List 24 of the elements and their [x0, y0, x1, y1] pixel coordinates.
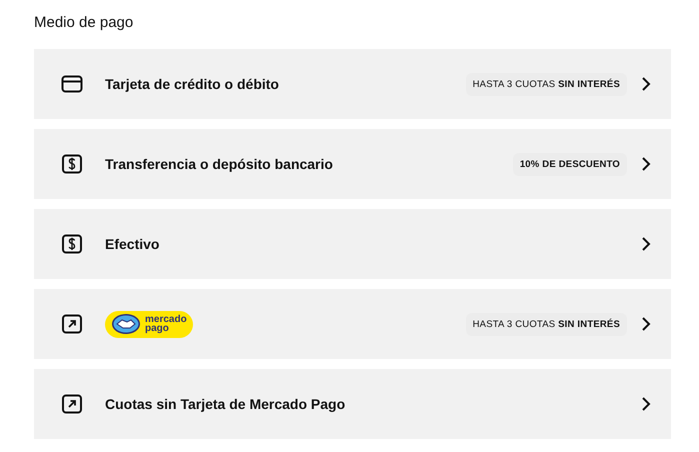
dollar-icon: [61, 234, 83, 254]
section-title: Medio de pago: [34, 13, 134, 33]
arrow-box-icon: [61, 314, 83, 334]
chevron-right-icon: [641, 316, 651, 332]
chevron-right-icon: [641, 156, 651, 172]
payment-option[interactable]: mercado pago HASTA 3 CUOTAS SIN INTERÉS: [34, 289, 671, 359]
chevron-right-icon: [641, 236, 651, 252]
payment-option[interactable]: Transferencia o depósito bancario 10% DE DESCUENTO: [34, 129, 671, 199]
payment-option[interactable]: Cuotas sin Tarjeta de Mercado Pago: [34, 369, 671, 439]
option-label: Efectivo: [105, 236, 160, 252]
chevron-right-icon: [641, 76, 651, 92]
payment-option[interactable]: Efectivo: [34, 209, 671, 279]
arrow-box-icon: [61, 394, 83, 414]
credit-card-icon: [61, 75, 83, 93]
promo-badge: 10% DE DESCUENTO: [512, 152, 627, 176]
promo-badge: HASTA 3 CUOTAS SIN INTERÉS: [466, 312, 627, 336]
option-label: Tarjeta de crédito o débito: [105, 76, 279, 92]
option-label: Cuotas sin Tarjeta de Mercado Pago: [105, 396, 346, 412]
mercado-pago-logo: mercado pago: [105, 310, 193, 338]
chevron-right-icon: [641, 396, 651, 412]
dollar-icon: [61, 154, 83, 174]
payment-option[interactable]: Tarjeta de crédito o débito HASTA 3 CUOTAS SIN INTERÉS: [34, 49, 671, 119]
promo-badge: HASTA 3 CUOTAS SIN INTERÉS: [466, 72, 627, 96]
option-label: Transferencia o depósito bancario: [105, 156, 333, 172]
